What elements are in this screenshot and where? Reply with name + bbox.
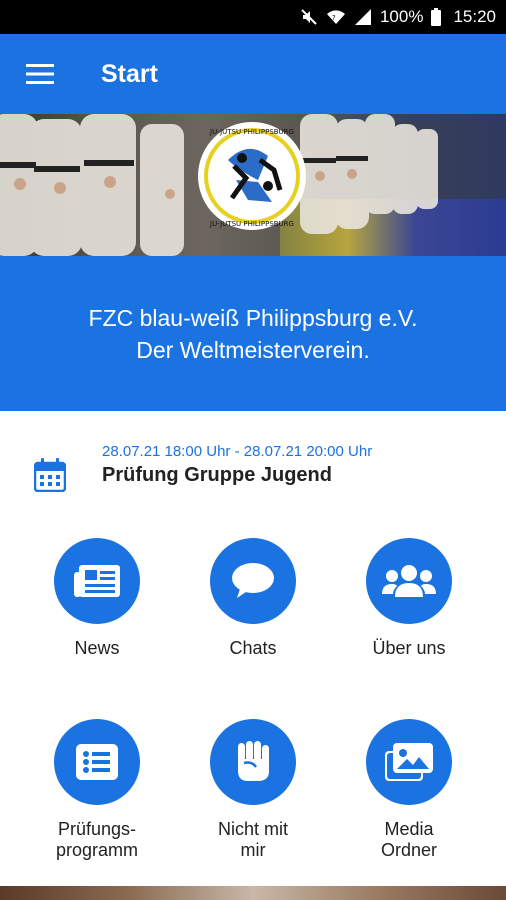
wifi-icon: ? (326, 8, 346, 26)
club-banner: FZC blau-weiß Philippsburg e.V. Der Welt… (0, 256, 506, 411)
tile-nicht-mit-mir-label-line2: mir (240, 840, 266, 860)
tile-chats-circle (210, 538, 296, 624)
calendar-icon (34, 458, 66, 492)
club-logo: JU-JUTSU PHILIPPSBURG JU-JUTSU PHILIPPSB… (198, 122, 306, 230)
tile-news[interactable]: News (22, 538, 172, 659)
tile-media-ordner-label-line1: Media (384, 819, 434, 839)
app-bar: Start (0, 34, 506, 114)
mute-icon (300, 8, 318, 26)
tile-chats-label: Chats (229, 638, 277, 658)
tile-ueber-uns-label: Über uns (372, 638, 446, 658)
users-icon (382, 565, 436, 597)
upcoming-event[interactable]: 28.07.21 18:00 Uhr - 28.07.21 20:00 Uhr … (0, 436, 506, 516)
tile-news-label: News (74, 638, 120, 658)
svg-text:?: ? (332, 14, 336, 22)
chat-bubble-icon (232, 563, 274, 598)
tile-pruefungsprogramm-circle (54, 719, 140, 805)
tile-media-ordner-label: Media Ordner (381, 819, 437, 861)
bottom-image-strip (0, 886, 506, 900)
tile-chats[interactable]: Chats (178, 538, 328, 659)
tile-media-ordner-circle (366, 719, 452, 805)
tile-news-circle (54, 538, 140, 624)
tile-pruefungsprogramm-label-line2: programm (55, 840, 139, 860)
tile-nicht-mit-mir-circle (210, 719, 296, 805)
battery-percentage: 100% (379, 7, 424, 26)
event-title: Prüfung Gruppe Jugend (102, 464, 332, 486)
svg-text:JU-JUTSU PHILIPPSBURG: JU-JUTSU PHILIPPSBURG (209, 128, 294, 136)
club-slogan: Der Weltmeisterverein. (136, 336, 370, 363)
event-date: 28.07.21 18:00 Uhr - 28.07.21 20:00 Uhr (102, 443, 373, 460)
hero-image: JU-JUTSU PHILIPPSBURG JU-JUTSU PHILIPPSB… (0, 114, 506, 256)
tile-pruefungsprogramm-label-line1: Prüfungs- (57, 819, 137, 839)
list-icon (76, 744, 118, 780)
club-name: FZC blau-weiß Philippsburg e.V. (88, 304, 418, 331)
tile-pruefungsprogramm[interactable]: Prüfungs- programm (22, 719, 172, 861)
tile-media-ordner-label-line2: Ordner (380, 840, 438, 860)
tile-nicht-mit-mir-label-line1: Nicht mit (217, 819, 288, 839)
status-bar: ? 100% 15:20 (0, 0, 506, 34)
tile-nicht-mit-mir[interactable]: Nicht mit mir (178, 719, 328, 861)
menu-button[interactable] (0, 34, 80, 114)
svg-text:JU-JUTSU PHILIPPSBURG: JU-JUTSU PHILIPPSBURG (209, 220, 294, 228)
signal-icon (354, 8, 372, 26)
battery-icon (431, 8, 442, 26)
tile-media-ordner[interactable]: Media Ordner (334, 719, 484, 861)
fist-icon (238, 741, 269, 781)
page-title: Start (101, 59, 158, 88)
tile-nicht-mit-mir-label: Nicht mit mir (218, 819, 288, 861)
tile-pruefungsprogramm-label: Prüfungs- programm (56, 819, 138, 861)
newspaper-icon (74, 565, 120, 597)
menu-icon (26, 64, 54, 84)
tile-ueber-uns[interactable]: Über uns (334, 538, 484, 659)
tile-ueber-uns-circle (366, 538, 452, 624)
images-icon (385, 743, 433, 781)
clock: 15:20 (453, 7, 496, 26)
